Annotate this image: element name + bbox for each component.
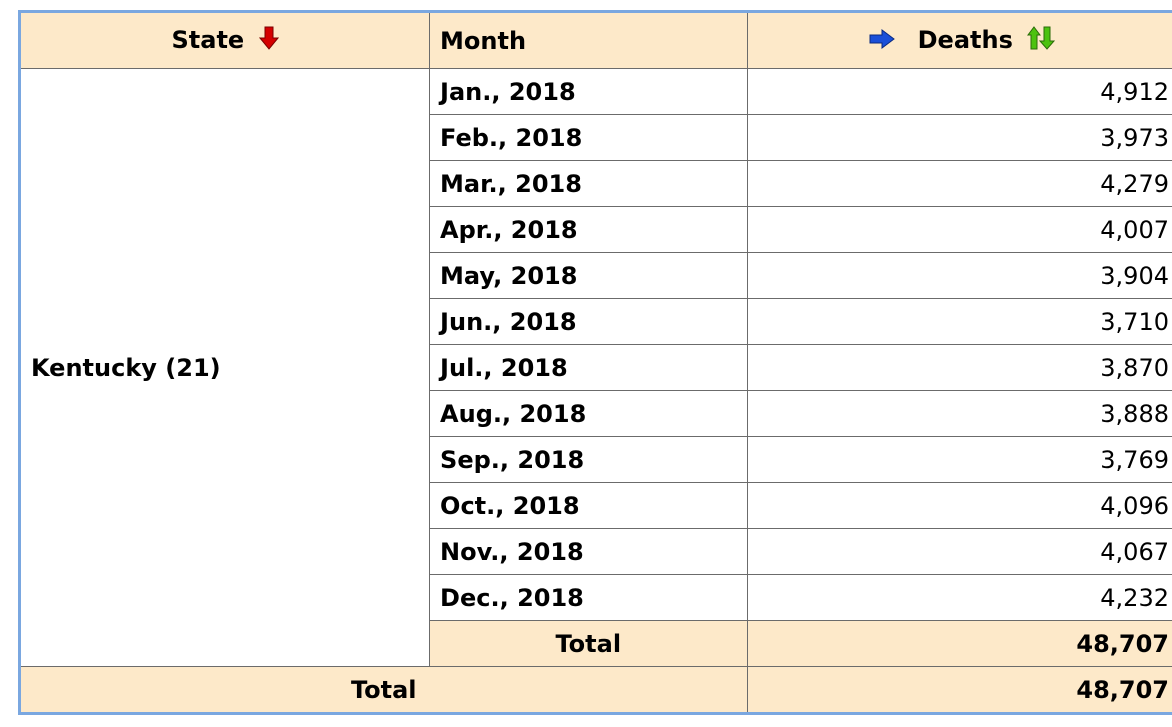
header-row: State Month Deaths [21, 13, 1172, 69]
month-cell: Apr., 2018 [429, 206, 748, 253]
state-column-header[interactable]: State [21, 13, 431, 69]
month-cell: Jul., 2018 [429, 344, 748, 391]
deaths-cell: 4,007 [746, 206, 1172, 253]
month-cell: Oct., 2018 [429, 482, 748, 529]
month-cell: Mar., 2018 [429, 160, 748, 207]
measure-pointer-arrow-icon [869, 27, 896, 55]
subtotal-value: 48,707 [746, 620, 1172, 667]
sort-up-down-arrows-icon[interactable] [1027, 25, 1057, 57]
state-cell: Kentucky (21) [21, 68, 431, 667]
month-cell: Feb., 2018 [429, 114, 748, 161]
grand-total-value: 48,707 [746, 666, 1172, 712]
month-cell: May, 2018 [429, 252, 748, 299]
grand-total-label: Total [21, 666, 748, 712]
grand-total-row: Total 48,707 [21, 666, 1172, 712]
month-cell: Jun., 2018 [429, 298, 748, 345]
month-cell: Aug., 2018 [429, 390, 748, 437]
deaths-header-label: Deaths [917, 25, 1013, 54]
deaths-cell: 4,912 [746, 68, 1172, 115]
state-header-label: State [171, 25, 245, 54]
month-cell: Sep., 2018 [429, 436, 748, 483]
month-header-label: Month [440, 26, 527, 55]
deaths-cell: 3,710 [746, 298, 1172, 345]
deaths-cell: 4,096 [746, 482, 1172, 529]
deaths-column-header[interactable]: Deaths [746, 13, 1172, 69]
table-row: Kentucky (21) Jan., 2018 4,912 [21, 68, 1172, 667]
results-table-frame: State Month Deaths Kentucky (21) Jan., 2… [18, 10, 1172, 715]
month-cell: Jan., 2018 [429, 68, 748, 115]
deaths-cell: 3,904 [746, 252, 1172, 299]
deaths-cell: 3,769 [746, 436, 1172, 483]
month-column-header: Month [429, 13, 748, 69]
deaths-cell: 4,279 [746, 160, 1172, 207]
deaths-cell: 4,232 [746, 574, 1172, 621]
deaths-cell: 4,067 [746, 528, 1172, 575]
deaths-cell: 3,870 [746, 344, 1172, 391]
month-cell: Dec., 2018 [429, 574, 748, 621]
deaths-cell: 3,888 [746, 390, 1172, 437]
deaths-cell: 3,973 [746, 114, 1172, 161]
subtotal-label: Total [429, 620, 748, 667]
results-body: Kentucky (21) Jan., 2018 4,912 Feb., 201… [21, 68, 1172, 712]
sort-descending-arrow-icon[interactable] [258, 25, 279, 57]
month-cell: Nov., 2018 [429, 528, 748, 575]
results-table: State Month Deaths Kentucky (21) Jan., 2… [21, 13, 1172, 712]
